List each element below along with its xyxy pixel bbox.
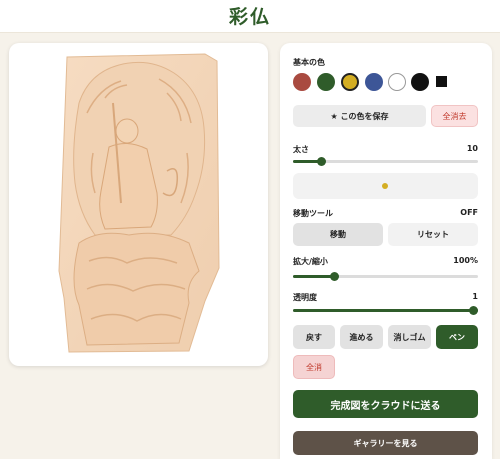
swatch-red[interactable] — [293, 73, 311, 91]
swatch-black[interactable] — [411, 73, 429, 91]
zoom-value: 100% — [453, 256, 478, 265]
zoom-slider-fill — [293, 275, 334, 278]
thickness-value: 10 — [466, 144, 478, 153]
thickness-slider[interactable] — [293, 157, 478, 166]
brush-preview — [293, 173, 478, 199]
zoom-slider-thumb[interactable] — [330, 272, 339, 281]
reset-button[interactable]: リセット — [388, 223, 478, 246]
swatch-yellow-selected[interactable] — [341, 73, 359, 91]
brush-preview-dot — [382, 183, 388, 189]
palette-label: 基本の色 — [293, 58, 325, 67]
move-tool-state: OFF — [460, 208, 478, 217]
figure-body — [99, 143, 158, 230]
opacity-slider-fill — [293, 309, 478, 312]
swatch-black-square[interactable] — [436, 76, 447, 87]
send-to-cloud-button[interactable]: 完成図をクラウドに送る — [293, 390, 478, 418]
control-panel: 基本の色 ★ この色を保存 全消去 太さ 10 移動ツール OFF 移動 リセッ… — [280, 43, 492, 459]
clear-all-button[interactable]: 全消 — [293, 355, 335, 379]
app-header: 彩仏 — [0, 0, 500, 33]
opacity-value: 1 — [472, 292, 478, 301]
opacity-slider-thumb[interactable] — [469, 306, 478, 315]
swatch-blue[interactable] — [365, 73, 383, 91]
move-tool-label: 移動ツール — [293, 209, 333, 218]
move-button[interactable]: 移動 — [293, 223, 383, 246]
app-title: 彩仏 — [228, 6, 271, 28]
redo-button[interactable]: 進める — [340, 325, 383, 349]
zoom-slider[interactable] — [293, 272, 478, 281]
eraser-button[interactable]: 消しゴム — [388, 325, 431, 349]
view-gallery-button[interactable]: ギャラリーを見る — [293, 431, 478, 455]
swatch-white[interactable] — [388, 73, 406, 91]
clear-saved-colors-button[interactable]: 全消去 — [431, 105, 478, 127]
undo-button[interactable]: 戻す — [293, 325, 335, 349]
canvas-card[interactable] — [9, 43, 268, 366]
save-color-button[interactable]: ★ この色を保存 — [293, 105, 426, 127]
zoom-label: 拡大/縮小 — [293, 257, 328, 266]
pen-button[interactable]: ペン — [436, 325, 478, 349]
thickness-slider-thumb[interactable] — [317, 157, 326, 166]
opacity-slider[interactable] — [293, 306, 478, 315]
thickness-label: 太さ — [293, 145, 309, 154]
figure-head — [115, 118, 139, 144]
buddha-carving-canvas[interactable] — [9, 43, 268, 366]
opacity-label: 透明度 — [293, 293, 317, 302]
swatch-green[interactable] — [317, 73, 335, 91]
